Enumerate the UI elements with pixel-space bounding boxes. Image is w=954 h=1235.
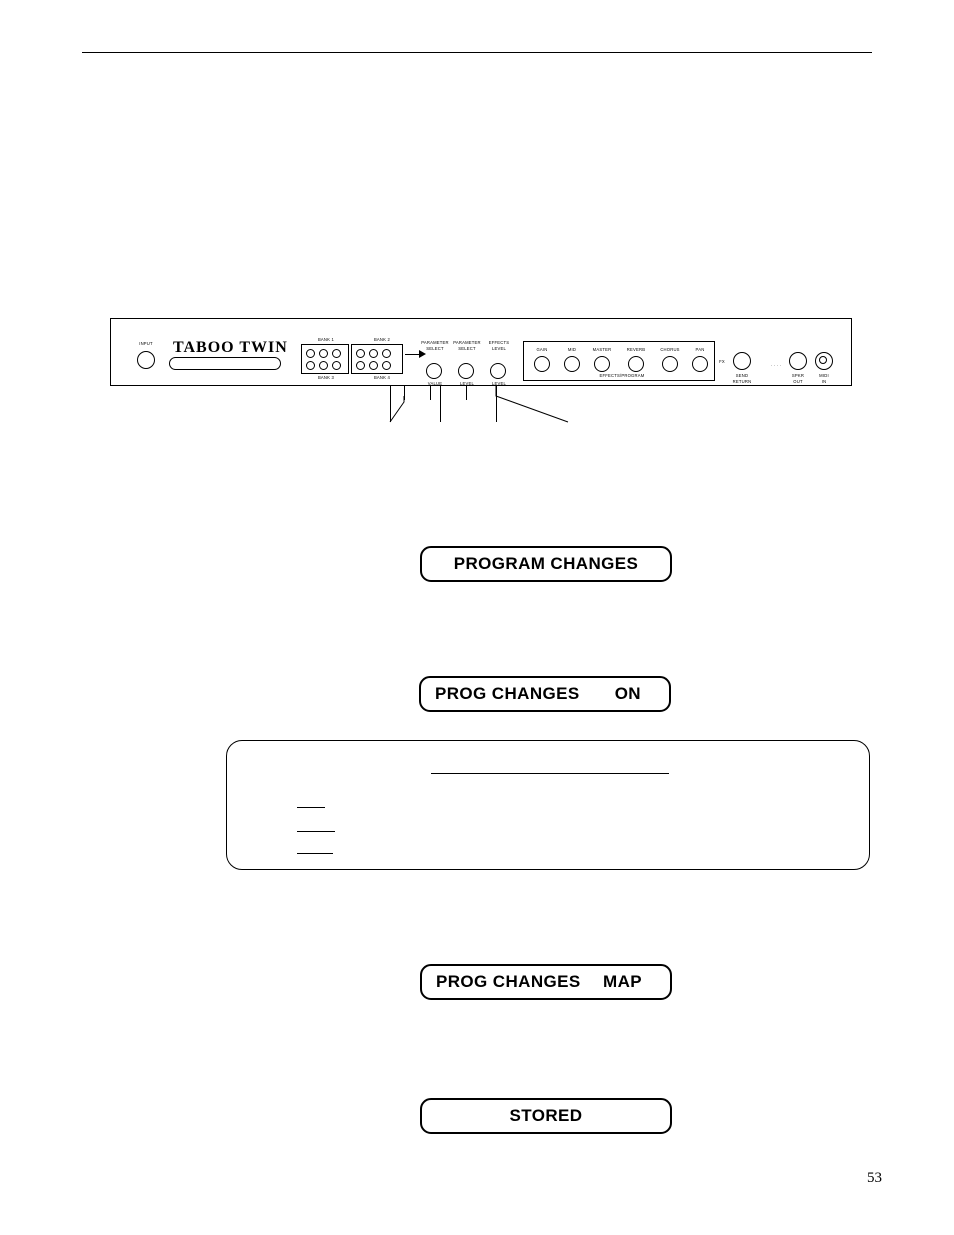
display-prog-changes-map-value: MAP [603, 972, 642, 991]
knob-label-gain: GAIN [536, 347, 548, 352]
right-section-marker: FX [719, 359, 725, 364]
callout-arrow-head [419, 350, 426, 358]
midi-pin-ring-icon [819, 356, 827, 364]
callout-leader-3b [466, 386, 467, 400]
header-rule [82, 52, 872, 53]
midi-label: MIDI [819, 373, 829, 378]
brand-wordmark: TABOO TWIN [173, 339, 288, 356]
callout-leader-4 [495, 386, 569, 423]
bank-button-icon [332, 361, 341, 370]
bank-button-icon [306, 349, 315, 358]
bank-button-icon [356, 361, 365, 370]
note-rule-top [431, 773, 669, 774]
display-program-changes-text: PROGRAM CHANGES [453, 554, 639, 573]
midi-in-label: IN [821, 379, 827, 384]
bank-label-2: BANK 2 [373, 337, 391, 342]
display-stored: STORED [420, 1098, 672, 1134]
bank-button-block-left [301, 344, 349, 374]
note-rule-item-3 [297, 853, 333, 854]
bank-label-1: BANK 1 [317, 337, 335, 342]
bank-button-icon [369, 349, 378, 358]
parameter-select-knob [426, 363, 442, 379]
send-label: SEND [735, 373, 749, 378]
send-return-jack [733, 352, 751, 370]
bank-button-icon [369, 361, 378, 370]
bank-button-icon [356, 349, 365, 358]
reverb-knob [628, 356, 644, 372]
input-jack-label: INPUT [139, 341, 153, 346]
effects-program-strip: GAIN MID MASTER REVERB CHORUS PAN EFFECT… [523, 341, 715, 381]
bank-button-icon [319, 361, 328, 370]
effects-program-label: EFFECTS/PROGRAM [599, 373, 645, 378]
bank-label-4: BANK 4 [373, 375, 391, 380]
bank-button-icon [319, 349, 328, 358]
display-stored-text: STORED [509, 1106, 583, 1125]
pan-knob [692, 356, 708, 372]
input-jack-icon [137, 351, 155, 369]
parameter-label-3-mid: LEVEL [491, 346, 507, 351]
knob-label-reverb: REVERB [626, 347, 646, 352]
bank-button-icon [382, 361, 391, 370]
display-prog-changes-map-label: PROG CHANGES [436, 972, 581, 991]
midi-in-jack [815, 352, 833, 370]
bank-button-icon [306, 361, 315, 370]
note-rule-item-1 [297, 807, 325, 808]
knob-label-mid: MID [567, 347, 577, 352]
bank-label-3: BANK 3 [317, 375, 335, 380]
knob-label-master: MASTER [592, 347, 612, 352]
parameter-value-knob [458, 363, 474, 379]
dotted-separator: · · · · [770, 363, 782, 368]
bank-button-block-right [351, 344, 403, 374]
mid-knob [564, 356, 580, 372]
panel-display-window [169, 357, 281, 370]
chorus-knob [662, 356, 678, 372]
speaker-out-jack [789, 352, 807, 370]
callout-leader-5 [389, 396, 405, 423]
display-prog-changes-map: PROG CHANGES MAP [420, 964, 672, 1000]
note-rule-item-2 [297, 831, 335, 832]
note-box [226, 740, 870, 870]
knob-label-pan: PAN [695, 347, 705, 352]
bank-button-icon [332, 349, 341, 358]
display-program-changes: PROGRAM CHANGES [420, 546, 672, 582]
gain-knob [534, 356, 550, 372]
return-label: RETURN [732, 379, 752, 384]
effects-level-knob [490, 363, 506, 379]
display-prog-changes-on: PROG CHANGES ON [419, 676, 671, 712]
amp-panel-inner: INPUT TABOO TWIN VELOCITY SERIES BANK 1 … [111, 319, 851, 386]
amp-front-panel-figure: INPUT TABOO TWIN VELOCITY SERIES BANK 1 … [110, 318, 852, 386]
page-number: 53 [867, 1170, 882, 1186]
bank-button-icon [382, 349, 391, 358]
master-knob [594, 356, 610, 372]
display-prog-changes-on-label: PROG CHANGES [435, 684, 580, 703]
parameter-label-3-top: EFFECTS [488, 340, 510, 345]
display-prog-changes-on-value: ON [614, 684, 641, 703]
knob-label-chorus: CHORUS [660, 347, 680, 352]
